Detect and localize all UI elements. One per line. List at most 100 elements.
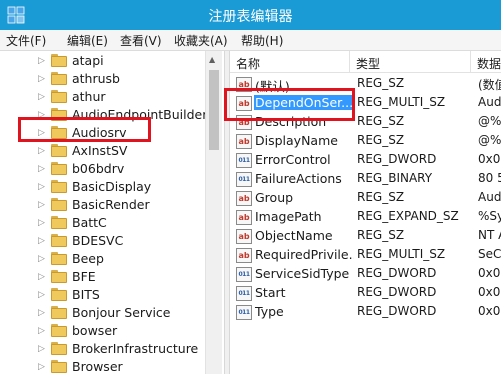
value-row[interactable]: 011 ServiceSidType REG_DWORD 0x0: [230, 265, 501, 284]
column-header-type[interactable]: 类型: [350, 51, 471, 73]
expand-arrow-icon[interactable]: ▷: [38, 56, 45, 66]
value-type: REG_SZ: [357, 114, 405, 128]
expand-arrow-icon[interactable]: ▷: [38, 218, 45, 228]
menu-favorites[interactable]: 收藏夹(A): [174, 32, 228, 49]
value-type: REG_DWORD: [357, 266, 437, 280]
tree-item-label: BITS: [72, 287, 100, 302]
expand-arrow-icon[interactable]: ▷: [38, 92, 45, 102]
folder-icon: [51, 324, 67, 337]
menu-help[interactable]: 帮助(H): [241, 32, 283, 49]
value-row[interactable]: 011 Start REG_DWORD 0x0: [230, 284, 501, 303]
tree-item-label: athur: [72, 89, 106, 104]
tree-item[interactable]: ▷ BDESVC: [0, 232, 205, 250]
value-data: 80 5: [478, 171, 501, 185]
value-data: SeC: [478, 247, 501, 261]
value-row[interactable]: ab ImagePath REG_EXPAND_SZ %Sy: [230, 208, 501, 227]
tree-item[interactable]: ▷ Bonjour Service: [0, 304, 205, 322]
expand-arrow-icon[interactable]: ▷: [38, 254, 45, 264]
tree-item[interactable]: ▷ BasicRender: [0, 196, 205, 214]
value-row[interactable]: abObjectName REG_SZ NT A: [230, 227, 501, 246]
tree-scrollbar[interactable]: ▲: [205, 51, 222, 374]
tree-item[interactable]: ▷ athur: [0, 88, 205, 106]
tree-item-label: Browser: [72, 359, 123, 374]
value-data: 0x0: [478, 285, 501, 299]
value-type: REG_MULTI_SZ: [357, 95, 446, 109]
tree-item-label: Bonjour Service: [72, 305, 171, 320]
value-data: %Sy: [478, 209, 501, 223]
binary-value-icon: 011: [236, 305, 252, 320]
value-type: REG_DWORD: [357, 304, 437, 318]
menu-edit[interactable]: 编辑(E): [67, 32, 108, 49]
expand-arrow-icon[interactable]: ▷: [38, 290, 45, 300]
expand-arrow-icon[interactable]: ▷: [38, 308, 45, 318]
folder-icon: [51, 270, 67, 283]
expand-arrow-icon[interactable]: ▷: [38, 200, 45, 210]
folder-icon: [51, 288, 67, 301]
expand-arrow-icon[interactable]: ▷: [38, 272, 45, 282]
title-bar: 注册表编辑器: [0, 0, 501, 30]
expand-arrow-icon[interactable]: ▷: [38, 182, 45, 192]
expand-arrow-icon[interactable]: ▷: [38, 236, 45, 246]
tree-item-label: b06bdrv: [72, 161, 125, 176]
value-type: REG_SZ: [357, 76, 405, 90]
value-type: REG_SZ: [357, 228, 405, 242]
tree-item[interactable]: ▷ b06bdrv: [0, 160, 205, 178]
column-header-name[interactable]: 名称: [230, 51, 350, 73]
folder-icon: [51, 162, 67, 175]
expand-arrow-icon[interactable]: ▷: [38, 146, 45, 156]
tree-item-label: bowser: [72, 323, 118, 338]
menu-bar: 文件(F) 编辑(E) 查看(V) 收藏夹(A) 帮助(H): [0, 30, 501, 51]
value-row[interactable]: 011 Type REG_DWORD 0x0: [230, 303, 501, 322]
string-value-icon: ab: [236, 248, 252, 263]
binary-value-icon: 011: [236, 286, 252, 301]
tree-item[interactable]: ▷ athrusb: [0, 70, 205, 88]
folder-icon: [51, 72, 67, 85]
menu-view[interactable]: 查看(V): [120, 32, 162, 49]
key-tree[interactable]: ▷ atapi ▷ athrusb ▷ athur ▷ AudioEndpointBui…: [0, 51, 230, 374]
folder-icon: [51, 144, 67, 157]
scroll-up-arrow-icon[interactable]: ▲: [209, 55, 215, 64]
value-row[interactable]: ab Group REG_SZ Aud: [230, 189, 501, 208]
value-type: REG_MULTI_SZ: [357, 247, 446, 261]
value-row[interactable]: ab RequiredPrivile... REG_MULTI_SZ SeC: [230, 246, 501, 265]
tree-item[interactable]: ▷ BattC: [0, 214, 205, 232]
tree-item[interactable]: ▷ atapi: [0, 52, 205, 70]
value-name: ServiceSidType: [255, 266, 350, 281]
value-row[interactable]: 011 ErrorControl REG_DWORD 0x0: [230, 151, 501, 170]
tree-item[interactable]: ▷ BrokerInfrastructure: [0, 340, 205, 358]
binary-value-icon: 011: [236, 172, 252, 187]
value-row[interactable]: 011 FailureActions REG_BINARY 80 5: [230, 170, 501, 189]
tree-item-label: BrokerInfrastructure: [72, 341, 199, 356]
value-data: Aud: [478, 95, 501, 109]
folder-icon: [51, 252, 67, 265]
menu-file[interactable]: 文件(F): [6, 32, 46, 49]
expand-arrow-icon[interactable]: ▷: [38, 326, 45, 336]
value-row[interactable]: ab DisplayName REG_SZ @%: [230, 132, 501, 151]
value-type: REG_BINARY: [357, 171, 433, 185]
column-header-data[interactable]: 数据: [471, 51, 501, 73]
value-data: @%: [478, 133, 501, 147]
value-name: DisplayName: [255, 133, 338, 148]
tree-item[interactable]: ▷ Browser: [0, 358, 205, 374]
tree-item[interactable]: ▷ BITS: [0, 286, 205, 304]
value-data: 0x0: [478, 266, 501, 280]
expand-arrow-icon[interactable]: ▷: [38, 344, 45, 354]
value-data: (数值: [478, 78, 501, 92]
value-name: Type: [255, 304, 284, 319]
tree-item[interactable]: ▷ AxInstSV: [0, 142, 205, 160]
scrollbar-thumb[interactable]: [209, 70, 219, 150]
folder-icon: [51, 360, 67, 373]
tree-item-label: BFE: [72, 269, 96, 284]
tree-item[interactable]: ▷ Beep: [0, 250, 205, 268]
tree-item-label: BasicRender: [72, 197, 150, 212]
tree-item[interactable]: ▷ BasicDisplay: [0, 178, 205, 196]
expand-arrow-icon[interactable]: ▷: [38, 164, 45, 174]
tree-item[interactable]: ▷ bowser: [0, 322, 205, 340]
expand-arrow-icon[interactable]: ▷: [38, 362, 45, 372]
value-data: 0x0: [478, 152, 501, 166]
folder-icon: [51, 342, 67, 355]
expand-arrow-icon[interactable]: ▷: [38, 74, 45, 84]
tree-item[interactable]: ▷ BFE: [0, 268, 205, 286]
value-data: Aud: [478, 190, 501, 204]
value-name: Group: [255, 190, 294, 205]
